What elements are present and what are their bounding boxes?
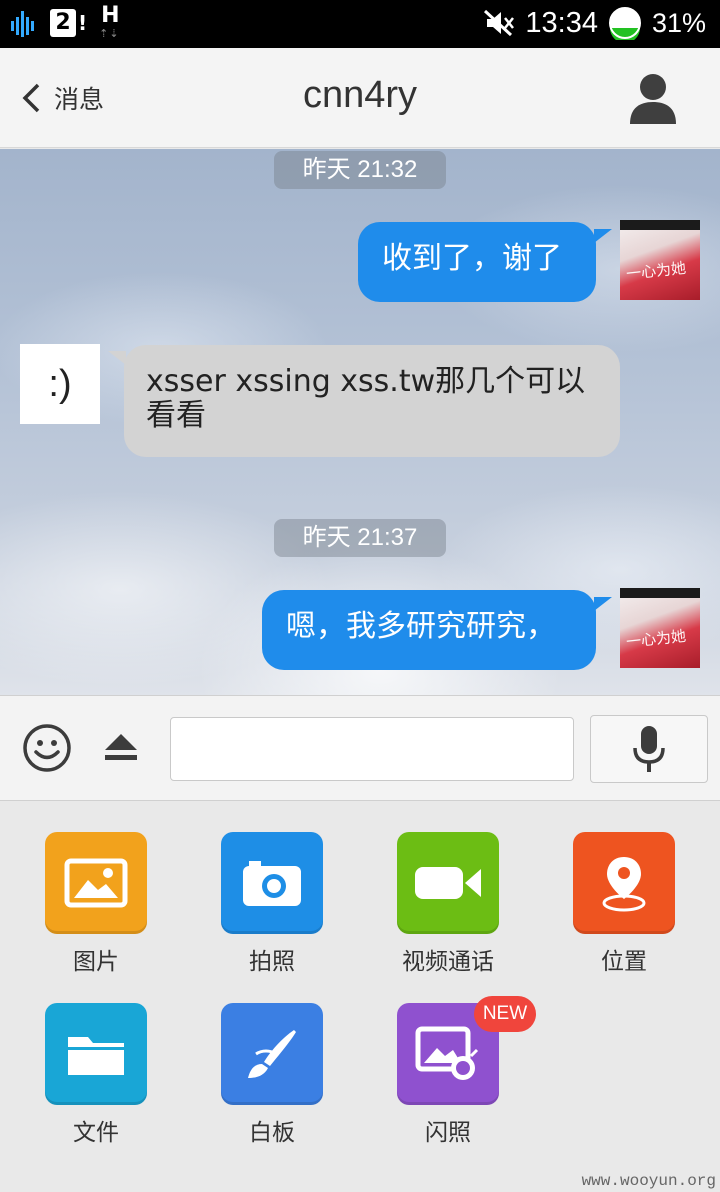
network-arrows-icon: ⇡⇣ xyxy=(99,27,120,40)
chat-header: 消息 cnn4ry xyxy=(0,48,720,148)
message-bubble-outgoing[interactable]: 嗯，我多研究研究， xyxy=(262,590,596,670)
avatar-caption: 一心为她 xyxy=(625,258,687,284)
message-input[interactable] xyxy=(170,717,574,781)
sim-alert: ! xyxy=(78,11,88,35)
bubble-tail xyxy=(594,597,612,611)
microphone-icon xyxy=(633,726,665,772)
time-separator: 昨天 21:37 xyxy=(274,519,446,557)
more-panel: 图片 拍照 视频通话 位置 文件 白板 闪照 NEW xyxy=(0,802,720,1172)
page-title: cnn4ry xyxy=(302,74,418,116)
avatar[interactable]: :) xyxy=(20,344,100,424)
mute-icon xyxy=(484,9,515,37)
message-bubble-incoming[interactable]: xsser xssing xss.tw那几个可以看看 xyxy=(124,345,620,457)
time-separator: 昨天 21:32 xyxy=(274,151,446,189)
sim-slot-badge: 2 xyxy=(50,9,76,37)
status-time: 13:34 xyxy=(525,6,598,39)
avatar[interactable]: 一心为她 xyxy=(620,220,700,300)
panel-item-image[interactable]: 图片 xyxy=(8,832,184,976)
profile-icon[interactable] xyxy=(628,70,678,126)
bubble-tail xyxy=(594,229,612,243)
panel-item-camera[interactable]: 拍照 xyxy=(184,832,360,976)
whiteboard-brush-icon xyxy=(221,1003,323,1105)
panel-item-video-call[interactable]: 视频通话 xyxy=(360,832,536,976)
panel-item-label: 白板 xyxy=(249,1120,295,1146)
status-bar: 2 ! H ⇡⇣ 13:34 31% xyxy=(0,0,720,48)
chat-area[interactable]: 昨天 21:32 收到了，谢了 一心为她 :) xsser xssing xss… xyxy=(0,149,720,695)
voice-button[interactable] xyxy=(590,715,708,783)
panel-item-label: 图片 xyxy=(73,949,119,975)
emoji-icon[interactable] xyxy=(22,723,72,773)
signal-icon xyxy=(11,11,34,37)
network-type: H xyxy=(101,3,120,28)
panel-item-label: 闪照 xyxy=(425,1120,471,1146)
input-bar xyxy=(0,695,720,801)
message-bubble-outgoing[interactable]: 收到了，谢了 xyxy=(358,222,596,302)
new-badge: NEW xyxy=(474,996,536,1032)
video-call-icon xyxy=(397,832,499,934)
panel-item-file[interactable]: 文件 xyxy=(8,1003,184,1147)
avatar[interactable]: 一心为她 xyxy=(620,588,700,668)
panel-item-location[interactable]: 位置 xyxy=(536,832,712,976)
image-icon xyxy=(45,832,147,934)
location-icon xyxy=(573,832,675,934)
battery-percent: 31% xyxy=(651,7,706,38)
panel-item-label: 拍照 xyxy=(249,949,295,975)
panel-item-label: 文件 xyxy=(73,1120,119,1146)
folder-icon xyxy=(45,1003,147,1105)
avatar-caption: 一心为她 xyxy=(625,626,687,652)
battery-icon xyxy=(608,7,641,40)
more-panel-toggle-icon[interactable] xyxy=(102,732,140,762)
panel-item-label: 视频通话 xyxy=(402,949,494,975)
panel-item-whiteboard[interactable]: 白板 xyxy=(184,1003,360,1147)
network-indicator: H ⇡⇣ xyxy=(97,3,125,41)
camera-icon xyxy=(221,832,323,934)
watermark: www.wooyun.org xyxy=(581,1172,716,1190)
panel-item-label: 位置 xyxy=(601,949,647,975)
